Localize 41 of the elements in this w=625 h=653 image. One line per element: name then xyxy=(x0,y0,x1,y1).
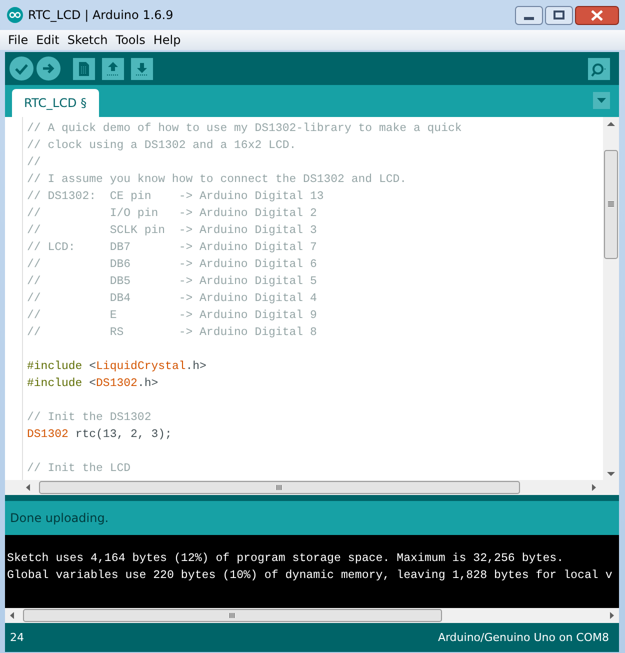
code-line: // SCLK pin -> Arduino Digital 3 xyxy=(27,223,317,239)
console-line: Global variables use 220 bytes (10%) of dynamic memory, leaving 1,828 bytes for local v xyxy=(6,568,614,584)
code-line: // Init the DS1302 xyxy=(27,410,152,426)
code-line: // LCD: DB7 -> Arduino Digital 7 xyxy=(27,240,317,256)
menu-item[interactable]: File xyxy=(4,33,32,47)
serial-monitor-button[interactable] xyxy=(588,58,610,80)
save-button[interactable] xyxy=(131,58,153,80)
code-line: // xyxy=(27,155,41,171)
code-line: DS1302 rtc(13, 2, 3); xyxy=(27,427,172,443)
tab-menu-button[interactable] xyxy=(593,92,610,109)
menu-item[interactable]: Tools xyxy=(112,33,150,47)
file-tab[interactable]: RTC_LCD § xyxy=(12,89,99,117)
code-line: // DS1302: CE pin -> Arduino Digital 13 xyxy=(27,189,324,205)
close-button[interactable] xyxy=(575,6,619,24)
menu-item[interactable]: Sketch xyxy=(63,33,112,47)
code-line: #include <LiquidCrystal.h> xyxy=(27,359,206,375)
open-button[interactable] xyxy=(102,58,124,80)
console-line: Sketch uses 4,164 bytes (12%) of program storage space. Maximum is 32,256 bytes. xyxy=(6,551,565,567)
new-file-button[interactable] xyxy=(73,58,95,80)
code-line: // I assume you know how to connect the DS1302 and LCD. xyxy=(27,172,407,188)
app-logo-icon xyxy=(7,7,23,23)
code-line: // E -> Arduino Digital 9 xyxy=(27,308,317,324)
code-line: // clock using a DS1302 and a 16x2 LCD. xyxy=(27,138,296,154)
status-message: Done uploading. xyxy=(10,511,109,525)
code-line: // I/O pin -> Arduino Digital 2 xyxy=(27,206,317,222)
menu-item[interactable]: Help xyxy=(149,33,185,47)
window-title: RTC_LCD | Arduino 1.6.9 xyxy=(28,8,174,22)
menu-item[interactable]: Edit xyxy=(32,33,64,47)
board-port-label: Arduino/Genuino Uno on COM8 xyxy=(438,631,609,644)
verify-button[interactable] xyxy=(9,56,34,81)
minimize-button[interactable] xyxy=(515,6,543,24)
line-number: 24 xyxy=(10,631,24,644)
maximize-button[interactable] xyxy=(545,6,573,24)
code-line: // DB5 -> Arduino Digital 5 xyxy=(27,274,317,290)
code-line: // DB6 -> Arduino Digital 6 xyxy=(27,257,317,273)
code-line: // Init the LCD xyxy=(27,461,131,477)
upload-button[interactable] xyxy=(36,56,61,81)
code-line: // RS -> Arduino Digital 8 xyxy=(27,325,317,341)
code-line: // A quick demo of how to use my DS1302-library to make a quick xyxy=(27,121,462,137)
code-line: // DB4 -> Arduino Digital 4 xyxy=(27,291,317,307)
code-line: #include <DS1302.h> xyxy=(27,376,158,392)
